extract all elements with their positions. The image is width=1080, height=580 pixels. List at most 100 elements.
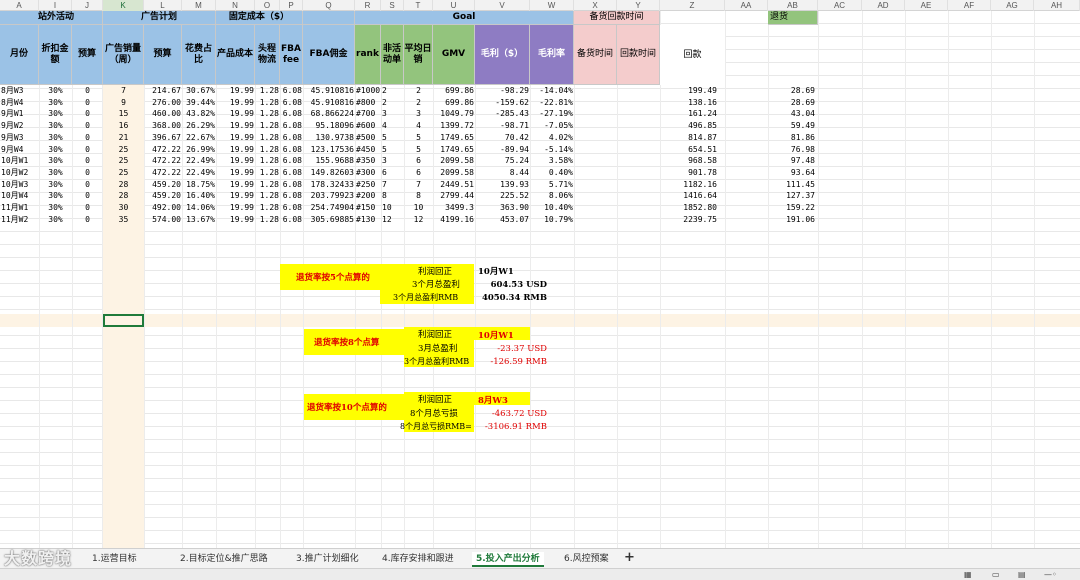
- cell-o[interactable]: 1.28: [256, 120, 279, 132]
- cell-r[interactable]: #700: [356, 108, 380, 120]
- cell-o[interactable]: 1.28: [256, 97, 279, 109]
- cell-r[interactable]: #130: [356, 214, 380, 226]
- cell-l[interactable]: 492.00: [145, 202, 181, 214]
- cell-month[interactable]: 9月W3: [1, 132, 38, 144]
- cell-r[interactable]: #150: [356, 202, 380, 214]
- cell-w[interactable]: 8.06%: [531, 190, 573, 202]
- cell-s[interactable]: 2: [382, 85, 403, 97]
- cell-disc[interactable]: 30%: [40, 108, 71, 120]
- cell-t[interactable]: 12: [405, 214, 432, 226]
- cell-p[interactable]: 6.08: [281, 120, 302, 132]
- cell-s[interactable]: 12: [382, 214, 403, 226]
- column-letter-T[interactable]: T: [404, 0, 433, 11]
- cell-ab[interactable]: 28.69: [769, 97, 815, 109]
- cell-q[interactable]: 95.18096: [304, 120, 354, 132]
- cell-l[interactable]: 472.22: [145, 167, 181, 179]
- cell-z[interactable]: 901.78: [661, 167, 717, 179]
- cell-u[interactable]: 699.86: [434, 97, 474, 109]
- cell-w[interactable]: -5.14%: [531, 144, 573, 156]
- column-letter-Q[interactable]: Q: [303, 0, 355, 11]
- cell-o[interactable]: 1.28: [256, 108, 279, 120]
- cell-l[interactable]: 459.20: [145, 190, 181, 202]
- cell-u[interactable]: 1399.72: [434, 120, 474, 132]
- cell-z[interactable]: 1182.16: [661, 179, 717, 191]
- cell-z[interactable]: 496.85: [661, 120, 717, 132]
- tab-promotion-plan[interactable]: 3.推广计划细化: [296, 552, 359, 567]
- cell-disc[interactable]: 30%: [40, 179, 71, 191]
- cell-o[interactable]: 1.28: [256, 214, 279, 226]
- cell-s[interactable]: 5: [382, 132, 403, 144]
- column-letter-O[interactable]: O: [255, 0, 280, 11]
- cell-q[interactable]: 45.910816: [304, 85, 354, 97]
- column-letter-W[interactable]: W: [530, 0, 574, 11]
- cell-month[interactable]: 9月W4: [1, 144, 38, 156]
- cell-q[interactable]: 149.82603: [304, 167, 354, 179]
- cell-l[interactable]: 574.00: [145, 214, 181, 226]
- cell-b1[interactable]: 0: [73, 85, 102, 97]
- cell-r[interactable]: #600: [356, 120, 380, 132]
- cell-k[interactable]: 7: [104, 85, 143, 97]
- cell-q[interactable]: 178.32433: [304, 179, 354, 191]
- zoom-slider-icon[interactable]: —◦: [1044, 569, 1057, 580]
- cell-m[interactable]: 22.49%: [183, 167, 215, 179]
- column-letter-I[interactable]: I: [39, 0, 72, 11]
- cell-ab[interactable]: 111.45: [769, 179, 815, 191]
- column-letter-A[interactable]: A: [0, 0, 39, 11]
- cell-ab[interactable]: 159.22: [769, 202, 815, 214]
- cell-p[interactable]: 6.08: [281, 108, 302, 120]
- cell-n[interactable]: 19.99: [217, 120, 254, 132]
- cell-month[interactable]: 10月W3: [1, 179, 38, 191]
- cell-o[interactable]: 1.28: [256, 179, 279, 191]
- cell-q[interactable]: 123.17536: [304, 144, 354, 156]
- cell-q[interactable]: 305.69885: [304, 214, 354, 226]
- cell-disc[interactable]: 30%: [40, 155, 71, 167]
- cell-p[interactable]: 6.08: [281, 144, 302, 156]
- cell-ab[interactable]: 76.98: [769, 144, 815, 156]
- add-sheet-button[interactable]: +: [624, 550, 635, 565]
- cell-u[interactable]: 2449.51: [434, 179, 474, 191]
- cell-m[interactable]: 43.82%: [183, 108, 215, 120]
- column-letter-Z[interactable]: Z: [660, 0, 725, 11]
- cell-s[interactable]: 3: [382, 155, 403, 167]
- cell-z[interactable]: 814.87: [661, 132, 717, 144]
- cell-t[interactable]: 6: [405, 167, 432, 179]
- cell-w[interactable]: 10.79%: [531, 214, 573, 226]
- cell-m[interactable]: 14.06%: [183, 202, 215, 214]
- cell-k[interactable]: 28: [104, 179, 143, 191]
- cell-v[interactable]: 70.42: [476, 132, 529, 144]
- tab-positioning[interactable]: 2.目标定位&推广思路: [180, 552, 268, 567]
- cell-w[interactable]: 5.71%: [531, 179, 573, 191]
- cell-s[interactable]: 10: [382, 202, 403, 214]
- cell-month[interactable]: 8月W3: [1, 85, 38, 97]
- cell-p[interactable]: 6.08: [281, 202, 302, 214]
- cell-r[interactable]: #200: [356, 190, 380, 202]
- cell-s[interactable]: 6: [382, 167, 403, 179]
- cell-v[interactable]: -159.62: [476, 97, 529, 109]
- cell-ab[interactable]: 127.37: [769, 190, 815, 202]
- cell-z[interactable]: 138.16: [661, 97, 717, 109]
- cell-t[interactable]: 5: [405, 132, 432, 144]
- cell-s[interactable]: 2: [382, 97, 403, 109]
- cell-r[interactable]: #250: [356, 179, 380, 191]
- cell-z[interactable]: 2239.75: [661, 214, 717, 226]
- cell-l[interactable]: 472.22: [145, 144, 181, 156]
- tab-input-output-analysis[interactable]: 5.投入产出分析: [472, 552, 544, 567]
- cell-p[interactable]: 6.08: [281, 85, 302, 97]
- cell-disc[interactable]: 30%: [40, 214, 71, 226]
- cell-v[interactable]: -285.43: [476, 108, 529, 120]
- spreadsheet-grid[interactable]: A I J K L M N O P Q R S T U V W X Y Z AA AB AC AD AE AF AG AH 站外活动…: [0, 0, 1080, 548]
- cell-m[interactable]: 39.44%: [183, 97, 215, 109]
- cell-k[interactable]: 25: [104, 144, 143, 156]
- active-cell-K24[interactable]: [103, 314, 144, 327]
- cell-m[interactable]: 26.29%: [183, 120, 215, 132]
- cell-z[interactable]: 654.51: [661, 144, 717, 156]
- cell-w[interactable]: 4.02%: [531, 132, 573, 144]
- column-letter-AA[interactable]: AA: [725, 0, 768, 11]
- cell-v[interactable]: 363.90: [476, 202, 529, 214]
- cell-t[interactable]: 2: [405, 85, 432, 97]
- column-letter-M[interactable]: M: [182, 0, 216, 11]
- column-letter-AG[interactable]: AG: [991, 0, 1034, 11]
- cell-v[interactable]: 139.93: [476, 179, 529, 191]
- cell-q[interactable]: 130.9738: [304, 132, 354, 144]
- cell-q[interactable]: 68.866224: [304, 108, 354, 120]
